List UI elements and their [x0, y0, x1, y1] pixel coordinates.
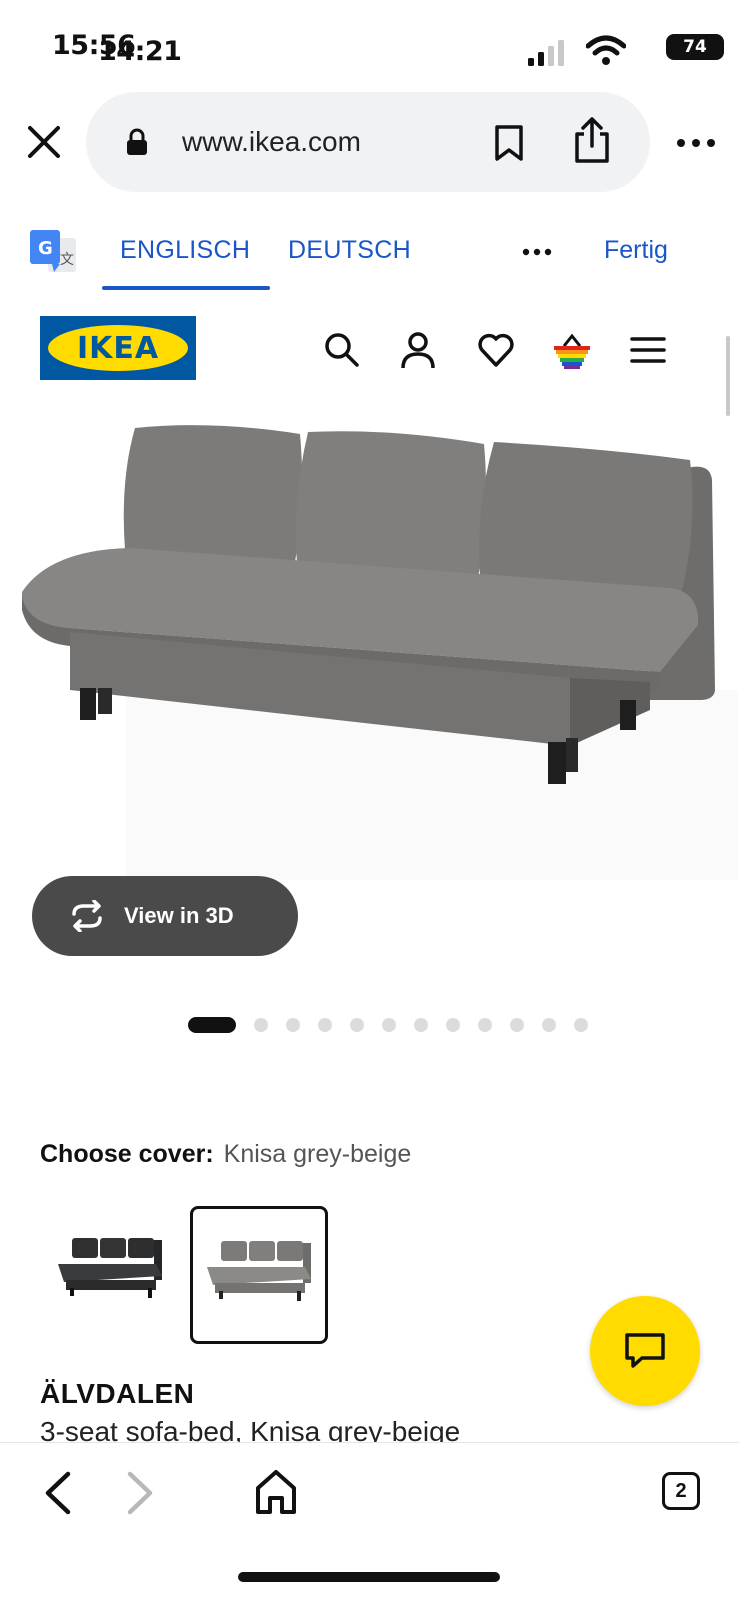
- logo-oval: IKEA: [48, 325, 188, 371]
- cover-option-grey-beige[interactable]: [190, 1206, 328, 1344]
- url-text[interactable]: www.ikea.com: [182, 126, 361, 158]
- pagination-dot-active[interactable]: [188, 1017, 236, 1033]
- google-translate-icon[interactable]: G 文: [30, 230, 78, 274]
- rotate-icon: [72, 900, 102, 932]
- product-name: ÄLVDALEN: [40, 1378, 195, 1409]
- share-icon[interactable]: [572, 116, 612, 164]
- cover-value: Knisa grey-beige: [223, 1140, 412, 1168]
- forward-icon[interactable]: [124, 1470, 158, 1516]
- more-icon[interactable]: [522, 248, 552, 256]
- svg-text:G: G: [38, 238, 53, 259]
- home-indicator[interactable]: [238, 1572, 500, 1582]
- heart-icon[interactable]: [476, 330, 516, 370]
- cover-selector: Choose cover: Knisa grey-beige: [40, 1140, 411, 1169]
- home-icon[interactable]: [254, 1468, 298, 1516]
- scrollbar[interactable]: [726, 336, 730, 416]
- logo-text: IKEA: [76, 330, 160, 366]
- pagination-dot[interactable]: [318, 1018, 332, 1032]
- tab-deutsch[interactable]: DEUTSCH: [288, 236, 411, 265]
- sofa-thumbnail-grey: [207, 1241, 311, 1301]
- active-tab-indicator: [102, 286, 270, 290]
- pagination-dot[interactable]: [414, 1018, 428, 1032]
- pagination-dot[interactable]: [382, 1018, 396, 1032]
- view-in-3d-label: View in 3D: [124, 903, 234, 928]
- cover-label: Choose cover:: [40, 1140, 214, 1168]
- signal-icon: [528, 40, 564, 66]
- pagination-dot[interactable]: [478, 1018, 492, 1032]
- chat-button[interactable]: [590, 1296, 700, 1406]
- battery-icon: 74: [666, 34, 724, 60]
- pagination-dot[interactable]: [542, 1018, 556, 1032]
- pagination-dot[interactable]: [574, 1018, 588, 1032]
- battery-level: 74: [683, 37, 707, 57]
- back-icon[interactable]: [40, 1470, 74, 1516]
- ikea-logo[interactable]: IKEA: [40, 316, 196, 380]
- image-pagination[interactable]: [188, 1016, 588, 1034]
- pagination-dot[interactable]: [510, 1018, 524, 1032]
- done-button[interactable]: Fertig: [604, 236, 668, 265]
- address-bar[interactable]: [86, 92, 650, 192]
- search-icon[interactable]: [322, 330, 362, 370]
- svg-text:文: 文: [60, 252, 74, 268]
- pagination-dot[interactable]: [254, 1018, 268, 1032]
- pagination-dot[interactable]: [286, 1018, 300, 1032]
- status-time-overlay: 14:21: [98, 36, 182, 67]
- pagination-dot[interactable]: [446, 1018, 460, 1032]
- more-icon[interactable]: [676, 138, 716, 148]
- wifi-icon: [586, 35, 626, 65]
- tab-count: 2: [675, 1479, 687, 1502]
- bookmark-icon[interactable]: [494, 124, 524, 162]
- pagination-dot[interactable]: [350, 1018, 364, 1032]
- tab-englisch[interactable]: ENGLISCH: [120, 236, 250, 265]
- chat-icon: [625, 1333, 665, 1368]
- product-image[interactable]: [10, 420, 730, 810]
- profile-icon[interactable]: [398, 330, 438, 370]
- cover-option-dark-grey[interactable]: [44, 1206, 176, 1338]
- view-in-3d-button[interactable]: View in 3D: [32, 876, 298, 956]
- lock-icon: [127, 128, 147, 155]
- tabs-button[interactable]: 2: [662, 1472, 700, 1510]
- close-icon[interactable]: [26, 124, 62, 160]
- shopping-bag-icon[interactable]: [552, 330, 592, 370]
- sofa-thumbnail-dark: [58, 1238, 162, 1298]
- menu-icon[interactable]: [628, 330, 668, 370]
